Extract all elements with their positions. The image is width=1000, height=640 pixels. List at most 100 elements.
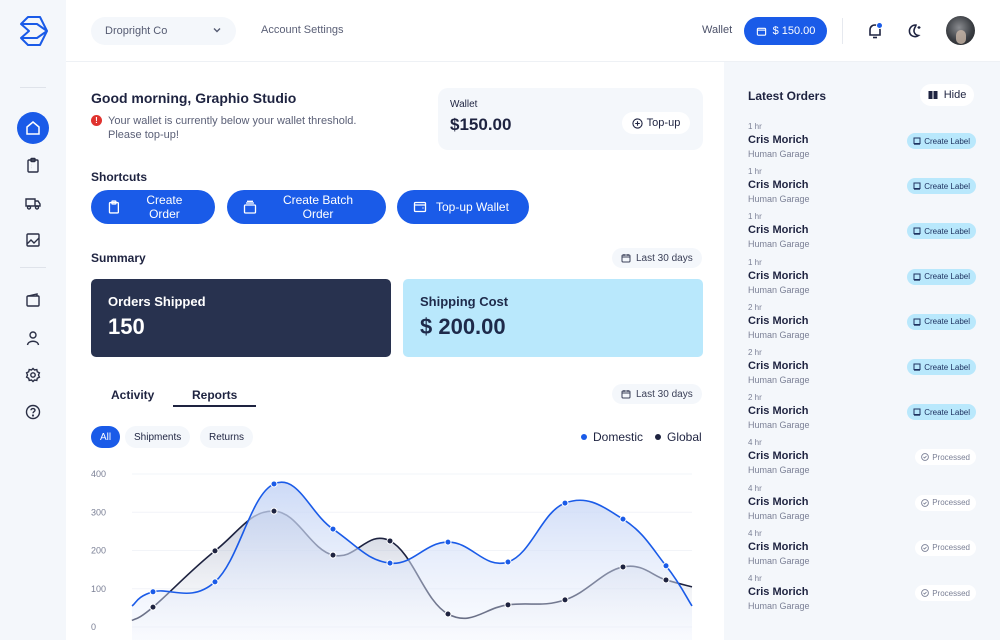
legend-global-label: Global [667,430,702,444]
topup-wallet-button[interactable]: Top-up Wallet [397,190,529,224]
point-domestic[interactable] [662,562,670,570]
create-label-button[interactable]: Create Label [907,359,976,375]
sidebar-item-help[interactable] [17,396,49,428]
wallet-icon [413,201,427,213]
summary-range-selector[interactable]: Last 30 days [612,248,702,268]
tab-activity[interactable]: Activity [111,388,154,402]
create-label-button[interactable]: Create Label [907,133,976,149]
sidebar [0,0,66,640]
point-global[interactable] [504,601,512,609]
order-customer-name: Cris Morich [748,269,809,282]
create-label-button[interactable]: Create Label [907,313,976,330]
order-row[interactable]: 2 hr Cris Morich Human Garage Create Label [748,393,976,438]
point-domestic[interactable] [270,480,278,488]
create-label-button[interactable]: Create Label [907,223,976,240]
reports-range-label: Last 30 days [636,388,693,400]
legend-global: Global [655,430,702,444]
hide-panel-button[interactable]: Hide [920,84,974,106]
box-logo-icon[interactable] [19,15,49,47]
sidebar-item-home[interactable] [17,112,49,144]
sidebar-divider [20,87,46,88]
point-domestic[interactable] [149,588,157,596]
chevron-down-icon [213,28,221,33]
user-avatar[interactable] [946,16,975,45]
point-global[interactable] [329,551,337,559]
company-select-value: Dropright Co [105,25,168,37]
shipping-cost-label: Shipping Cost [420,294,509,309]
y-tick-label: 200 [91,546,106,556]
filter-shipments[interactable]: Shipments [125,426,191,448]
sidebar-item-reports[interactable] [17,224,49,256]
point-domestic[interactable] [561,499,569,507]
processed-badge: Processed [915,585,976,601]
reports-range-selector[interactable]: Last 30 days [612,384,702,404]
order-row[interactable]: 4 hr Cris Morich Human Garage Processed [748,574,976,619]
order-row[interactable]: 1 hr Cris Morich Human Garage Create Label [748,212,976,257]
topbar-divider [842,18,843,44]
create-label-button[interactable]: Create Label [907,404,976,421]
order-time: 2 hr [748,302,762,312]
filter-returns[interactable]: Returns [200,426,254,448]
sidebar-item-orders[interactable] [17,149,49,181]
point-global[interactable] [211,547,219,555]
order-row[interactable]: 4 hr Cris Morich Human Garage Processed [748,438,976,483]
sidebar-item-shipments[interactable] [17,187,49,219]
point-global[interactable] [270,507,278,515]
user-icon [26,331,40,346]
bell-icon[interactable] [866,22,884,40]
topup-button[interactable]: Top-up [622,112,690,134]
order-row[interactable]: 4 hr Cris Morich Human Garage Processed [748,484,976,529]
account-settings-link[interactable]: Account Settings [261,24,344,36]
order-row[interactable]: 1 hr Cris Morich Human Garage Create Label [748,167,976,212]
order-row[interactable]: 2 hr Cris Morich Human Garage Create Label [748,303,976,348]
point-domestic[interactable] [211,578,219,586]
point-global[interactable] [561,596,569,604]
check-circle-icon [921,589,930,597]
order-action-label: Create Label [924,226,970,236]
point-global[interactable] [386,537,394,545]
order-company: Human Garage [748,510,810,521]
point-domestic[interactable] [619,515,627,523]
latest-orders-title: Latest Orders [748,89,827,103]
create-label-button[interactable]: Create Label [907,268,976,285]
create-order-button[interactable]: Create Order [91,190,215,224]
filter-all[interactable]: All [91,426,121,448]
create-label-button[interactable]: Create Label [907,178,976,195]
legend-domestic-label: Domestic [593,430,644,444]
order-row[interactable]: 4 hr Cris Morich Human Garage Processed [748,529,976,574]
moon-icon[interactable] [906,22,924,40]
point-domestic[interactable] [329,525,337,533]
order-time: 1 hr [748,167,762,177]
order-customer-name: Cris Morich [748,360,809,372]
y-tick-label: 0 [91,622,96,632]
order-customer-name: Cris Morich [748,224,809,237]
sidebar-item-settings[interactable] [17,359,49,391]
company-select[interactable]: Dropright Co [91,17,236,45]
order-customer-name: Cris Morich [748,314,809,327]
order-row[interactable]: 1 hr Cris Morich Human Garage Create Label [748,122,976,167]
wallet-balance-button[interactable]: $ 150.00 [744,17,827,45]
sidebar-item-wallet[interactable] [17,284,49,316]
wallet-balance-amount: $ 150.00 [772,25,816,37]
order-company: Human Garage [748,149,810,159]
point-domestic[interactable] [444,538,452,546]
order-action-label: Create Label [924,136,970,146]
point-global[interactable] [662,576,670,584]
point-global[interactable] [444,610,452,618]
topup-wallet-label: Top-up Wallet [436,200,509,214]
order-action-label: Create Label [924,317,970,327]
point-domestic[interactable] [386,559,394,567]
point-domestic[interactable] [504,558,512,566]
sidebar-item-profile[interactable] [17,322,49,354]
topbar: Dropright Co Account Settings Wallet $ 1… [66,0,1000,62]
orders-shipped-card: Orders Shipped 150 [91,279,391,357]
create-batch-order-button[interactable]: Create Batch Order [227,190,386,224]
point-global[interactable] [619,563,627,571]
order-time: 4 hr [748,528,762,538]
order-row[interactable]: 1 hr Cris Morich Human Garage Create Label [748,258,976,303]
order-customer-name: Cris Morich [748,134,809,146]
order-row[interactable]: 2 hr Cris Morich Human Garage Create Label [748,348,976,393]
tab-reports[interactable]: Reports [192,388,237,402]
label-icon [913,273,921,281]
point-global[interactable] [149,603,157,611]
